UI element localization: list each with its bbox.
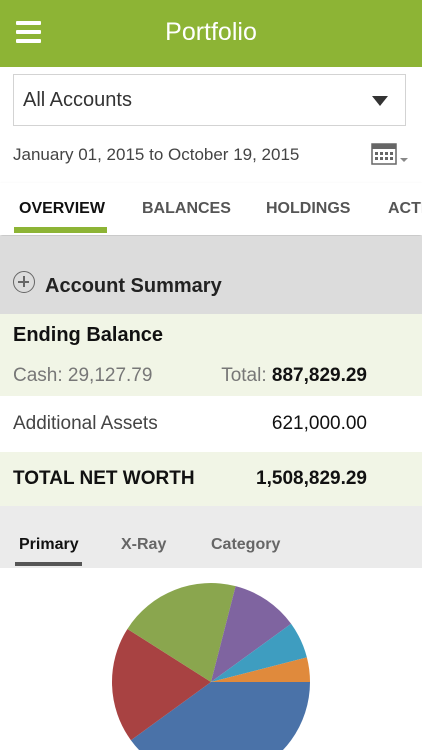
- dropdown-caret-icon: [372, 96, 388, 106]
- additional-assets-row: Additional Assets 621,000.00: [0, 396, 422, 452]
- account-summary-title: Account Summary: [45, 275, 222, 297]
- tab-holdings[interactable]: HOLDINGS: [266, 200, 350, 218]
- chart-tab-primary[interactable]: Primary: [19, 536, 79, 554]
- tab-overview[interactable]: OVERVIEW: [19, 200, 105, 218]
- chart-tab-category[interactable]: Category: [211, 536, 280, 554]
- section-tabs: OVERVIEW BALANCES HOLDINGS ACTI: [0, 183, 422, 235]
- net-worth-value: 1,508,829.29: [256, 468, 367, 489]
- app-header: Portfolio: [0, 0, 422, 67]
- account-selector-value: All Accounts: [23, 89, 132, 111]
- account-selector[interactable]: All Accounts: [13, 74, 406, 126]
- calendar-icon[interactable]: [370, 140, 410, 168]
- cash-value: Cash: 29,127.79: [13, 365, 153, 386]
- total-value: 887,829.29: [271, 365, 367, 386]
- total-label: Total:: [221, 365, 267, 386]
- plus-circle-icon[interactable]: [13, 271, 35, 293]
- chart-tabs: Primary X-Ray Category: [0, 506, 422, 568]
- total-balance: Total: 887,829.29: [221, 365, 367, 387]
- date-range-label: January 01, 2015 to October 19, 2015: [13, 145, 300, 164]
- net-worth-row: TOTAL NET WORTH 1,508,829.29: [0, 452, 422, 506]
- account-summary-header[interactable]: Account Summary: [0, 236, 422, 314]
- ending-balance-label: Ending Balance: [13, 324, 164, 346]
- ending-balance-section: Ending Balance Cash: 29,127.79 Total: 88…: [0, 314, 422, 396]
- net-worth-label: TOTAL NET WORTH: [13, 468, 195, 489]
- chart-tab-xray[interactable]: X-Ray: [121, 536, 166, 554]
- pie-chart: [112, 583, 310, 750]
- active-chart-tab-indicator: [15, 562, 82, 566]
- page-title: Portfolio: [165, 18, 257, 46]
- allocation-chart: [0, 568, 422, 750]
- additional-assets-value: 621,000.00: [271, 413, 367, 434]
- tab-balances[interactable]: BALANCES: [142, 200, 231, 218]
- active-tab-indicator: [14, 227, 107, 233]
- tab-activity[interactable]: ACTI: [388, 200, 422, 218]
- additional-assets-label: Additional Assets: [13, 413, 158, 434]
